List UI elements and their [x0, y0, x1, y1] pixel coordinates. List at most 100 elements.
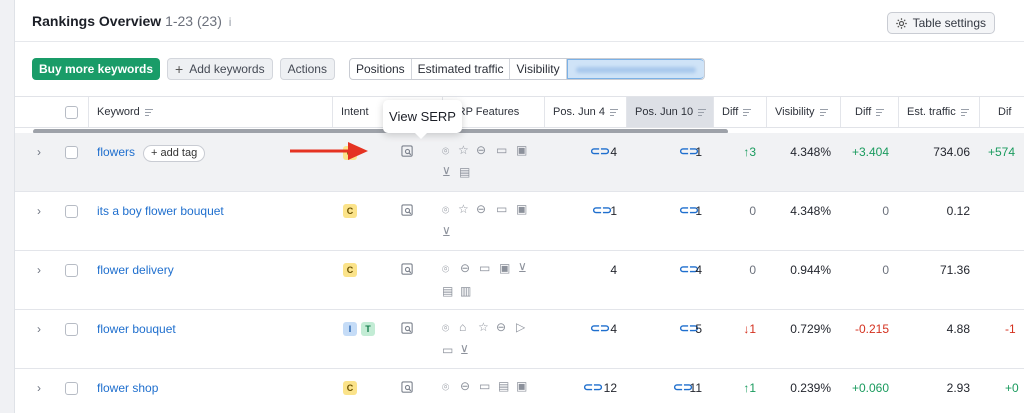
- reviews-icon: ▭: [496, 202, 508, 216]
- sort-icon: [698, 107, 707, 118]
- tab-estimated-traffic[interactable]: Estimated traffic: [412, 59, 511, 79]
- add-keywords-button[interactable]: + Add keywords: [167, 58, 273, 80]
- table-row[interactable]: › flower shop C ⌾ ⊖ ▭ ▤ ▣ ⊂⊃ 12 ⊂⊃ 11 ↑1…: [15, 369, 1024, 413]
- header-keyword-label: Keyword: [97, 106, 140, 118]
- table-row[interactable]: › flower delivery C ⌾ ⊖ ▭ ▣ ⊻ ▤ ▥ 4 ⊂⊃ 4…: [15, 251, 1024, 310]
- tab-visibility[interactable]: Visibility: [510, 59, 567, 79]
- diff-positions: ↑1: [743, 381, 756, 395]
- sort-icon: [144, 107, 153, 118]
- row-checkbox[interactable]: [65, 323, 78, 336]
- star-icon: ☆: [478, 320, 489, 334]
- header-pos-jun10[interactable]: Pos. Jun 10: [627, 97, 714, 127]
- diff-visibility: +0.060: [851, 381, 889, 395]
- view-serp-icon[interactable]: [401, 204, 414, 217]
- view-serp-icon[interactable]: [401, 145, 414, 158]
- est-traffic-value: 4.88: [946, 322, 970, 336]
- sort-icon: [876, 107, 885, 118]
- pos-jun4: 12: [603, 381, 617, 395]
- header-est-traffic[interactable]: Est. traffic: [899, 97, 980, 127]
- news-icon: ▤: [498, 379, 510, 393]
- table-settings-button[interactable]: Table settings: [886, 12, 995, 34]
- sitelinks-icon: ⊖: [460, 379, 471, 393]
- expand-chevron-icon[interactable]: ›: [37, 381, 41, 395]
- header-select-all[interactable]: [53, 97, 89, 127]
- header-keyword[interactable]: Keyword: [89, 97, 333, 127]
- table-row[interactable]: › flower bouquet I T ⌾ ⌂ ☆ ⊖ ▷ ▭ ⊻ ⊂⊃ 4 …: [15, 310, 1024, 369]
- pos-jun4: 4: [610, 322, 617, 336]
- diff-positions: 0: [749, 204, 756, 218]
- view-switcher: Positions Estimated traffic Visibility: [348, 58, 705, 80]
- shopping-cart-icon: ⊻: [442, 225, 451, 239]
- expand-chevron-icon[interactable]: ›: [37, 263, 41, 277]
- diff-positions: ↑3: [743, 145, 756, 159]
- pos-jun4: 1: [610, 204, 617, 218]
- est-traffic-value: 2.93: [946, 381, 970, 395]
- view-serp-icon[interactable]: [401, 322, 414, 335]
- diff-traffic: +0: [1005, 381, 1019, 395]
- reviews-icon: ▭: [479, 261, 491, 275]
- plus-icon: +: [175, 61, 184, 77]
- video-icon: ▷: [516, 320, 526, 334]
- pos-jun10: 1: [695, 145, 702, 159]
- visibility-value: 0.944%: [790, 263, 831, 277]
- reviews-icon: ▭: [479, 379, 491, 393]
- sort-icon: [960, 107, 969, 118]
- diff-visibility: +3.404: [851, 145, 889, 159]
- pos-jun4: 4: [610, 145, 617, 159]
- pos-jun10: 4: [695, 263, 702, 277]
- row-checkbox[interactable]: [65, 205, 78, 218]
- row-checkbox[interactable]: [65, 146, 78, 159]
- sitelinks-icon: ⊖: [496, 320, 507, 334]
- keyword-link[interactable]: flower bouquet: [97, 322, 176, 336]
- diff-visibility: -0.215: [854, 322, 889, 336]
- table-settings-label: Table settings: [912, 16, 986, 30]
- info-icon[interactable]: i: [229, 15, 232, 29]
- intent-badge-informational: I: [343, 322, 357, 336]
- shopping-cart-icon: ⊻: [460, 343, 469, 357]
- header-diff-1[interactable]: Diff: [714, 97, 767, 127]
- row-checkbox[interactable]: [65, 264, 78, 277]
- est-traffic-value: 0.12: [946, 204, 970, 218]
- header-diff-2[interactable]: Diff: [841, 97, 899, 127]
- visibility-value: 4.348%: [790, 145, 831, 159]
- header-expand: [15, 97, 53, 127]
- select-all-checkbox[interactable]: [65, 105, 78, 119]
- sort-icon: [609, 107, 618, 118]
- table-row[interactable]: › its a boy flower bouquet C ⌾ ☆ ⊖ ▭ ▣ ⊻…: [15, 192, 1024, 251]
- visibility-value: 0.729%: [790, 322, 831, 336]
- tab-positions[interactable]: Positions: [350, 59, 412, 79]
- panel-header: Rankings Overview 1-23 (23) i Table sett…: [15, 0, 1024, 42]
- image-pack-icon: ▣: [516, 379, 528, 393]
- pos-jun10: 5: [695, 322, 702, 336]
- expand-chevron-icon[interactable]: ›: [37, 322, 41, 336]
- ads-top-icon: ▤: [442, 284, 454, 298]
- header-diff3-label: Dif: [998, 106, 1012, 118]
- header-intent-label: Intent: [341, 106, 369, 118]
- table-row[interactable]: › flowers+ add tag C ⌾ ☆ ⊖ ▭ ▣ ⊻ ▤ ⊂⊃ 4 …: [15, 133, 1024, 192]
- tab-domain-blurred[interactable]: [566, 59, 704, 79]
- keyword-link[interactable]: its a boy flower bouquet: [97, 204, 224, 218]
- keyword-link[interactable]: flower shop: [97, 381, 158, 395]
- view-serp-icon[interactable]: [401, 381, 414, 394]
- keyword-link[interactable]: flowers: [97, 145, 135, 159]
- local-pack-icon: ⌾: [442, 262, 450, 276]
- expand-chevron-icon[interactable]: ›: [37, 204, 41, 218]
- expand-chevron-icon[interactable]: ›: [37, 145, 41, 159]
- add-tag-button[interactable]: + add tag: [143, 145, 206, 162]
- row-checkbox[interactable]: [65, 382, 78, 395]
- keyword-link[interactable]: flower delivery: [97, 263, 174, 277]
- toolbar: Buy more keywords + Add keywords Actions…: [32, 58, 705, 80]
- actions-button[interactable]: Actions: [279, 58, 335, 80]
- intent-badge-commercial: C: [343, 263, 357, 277]
- view-serp-icon[interactable]: [401, 263, 414, 276]
- pos-jun4: 4: [610, 263, 617, 277]
- diff-visibility: 0: [882, 204, 889, 218]
- add-keywords-label: Add keywords: [189, 62, 265, 76]
- header-visibility[interactable]: Visibility: [767, 97, 841, 127]
- header-diff-3[interactable]: Dif: [980, 97, 1024, 127]
- buy-more-keywords-button[interactable]: Buy more keywords: [32, 58, 161, 80]
- header-pos-jun4[interactable]: Pos. Jun 4: [545, 97, 627, 127]
- image-pack-icon: ▣: [516, 143, 528, 157]
- reviews-icon: ▭: [442, 343, 454, 357]
- title-text: Rankings Overview: [32, 13, 162, 29]
